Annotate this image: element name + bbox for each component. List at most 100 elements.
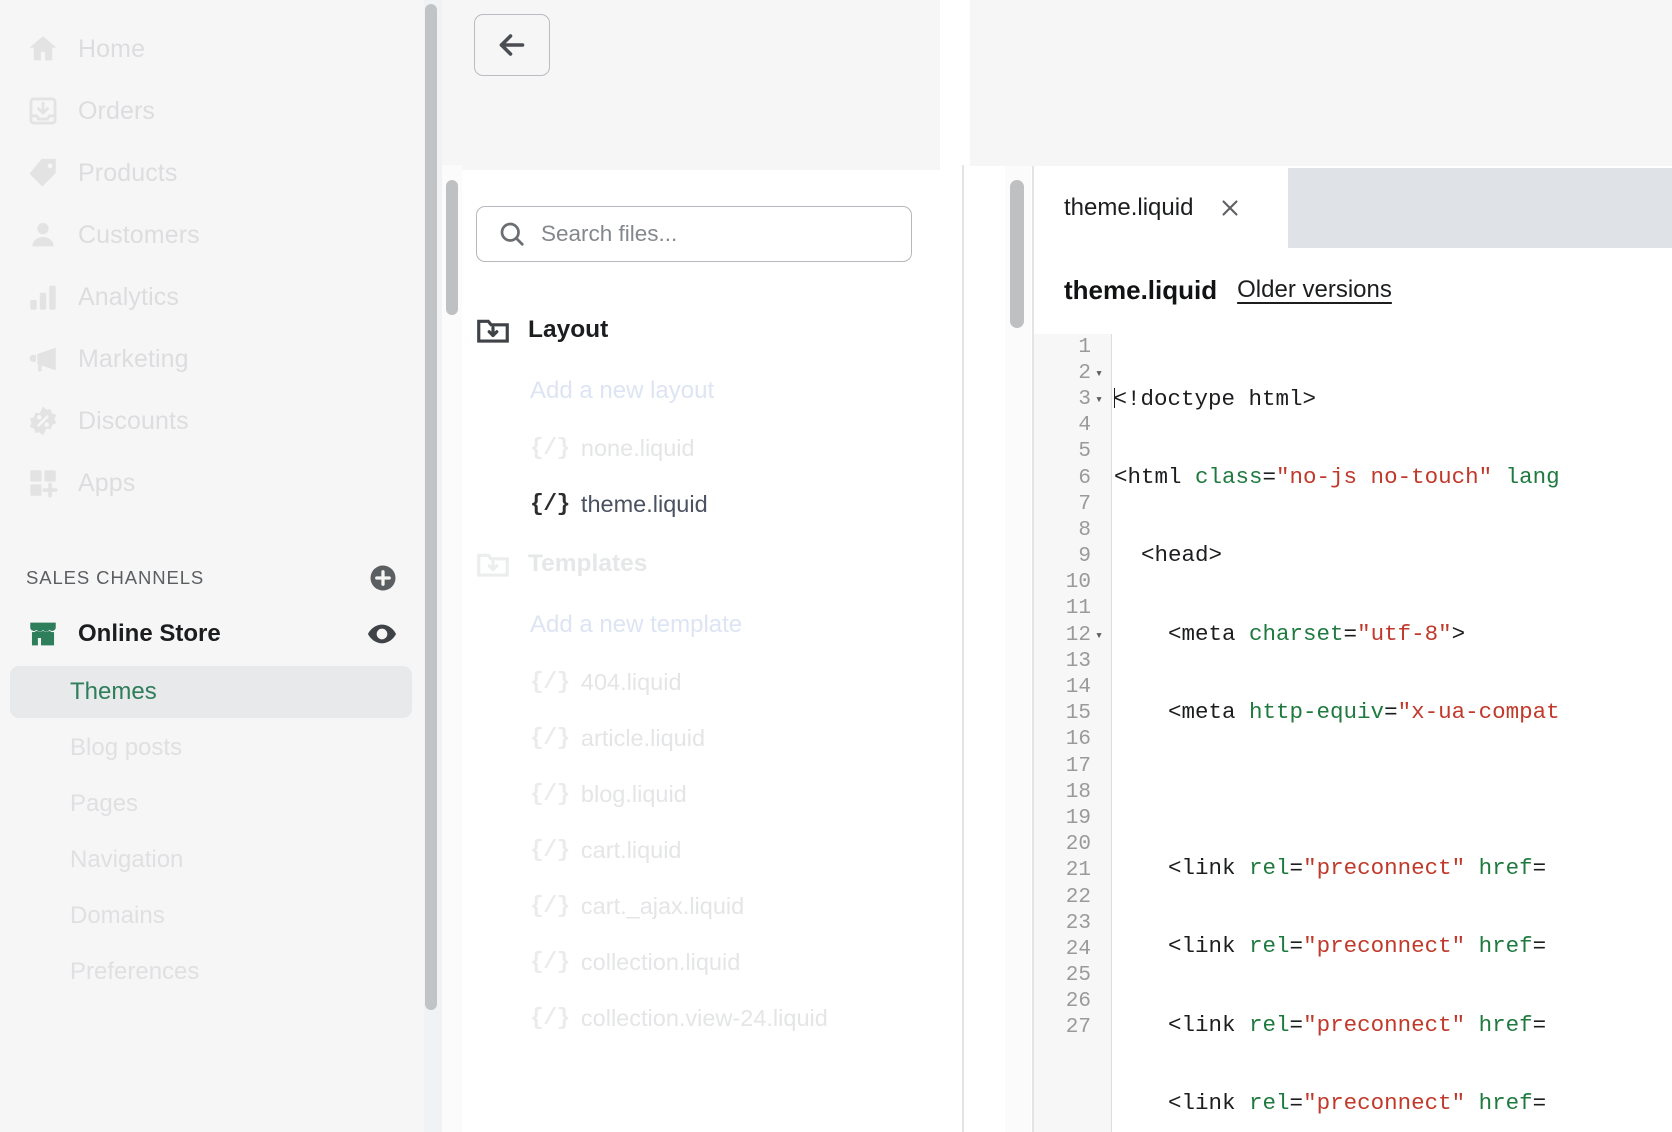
- sidebar-item-products[interactable]: Products: [0, 142, 424, 204]
- add-new-template-link[interactable]: Add a new template: [442, 596, 940, 654]
- bar-chart-icon: [26, 280, 60, 314]
- line-number: 25▾: [1065, 964, 1091, 988]
- file-row[interactable]: {/} blog.liquid: [442, 766, 940, 822]
- sidebar-item-analytics[interactable]: Analytics: [0, 266, 424, 328]
- person-icon: [26, 218, 60, 252]
- line-number: 21▾: [1065, 859, 1091, 883]
- tab-theme-liquid[interactable]: theme.liquid: [1034, 168, 1270, 248]
- file-row[interactable]: {/} 404.liquid: [442, 654, 940, 710]
- orders-inbox-icon: [26, 94, 60, 128]
- line-number: 3 ▾: [1078, 387, 1103, 411]
- older-versions-link[interactable]: Older versions: [1237, 276, 1392, 304]
- file-name: collection.liquid: [580, 948, 741, 975]
- line-number: 20▾: [1065, 833, 1091, 857]
- file-name: collection.view-24.liquid: [580, 1004, 828, 1031]
- code-line: <link rel="preconnect" href=: [1114, 933, 1547, 960]
- sidebar-item-marketing[interactable]: Marketing: [0, 328, 424, 390]
- tag-icon: [26, 156, 60, 190]
- liquid-file-icon: {/}: [530, 491, 570, 517]
- sidebar-item-label: Discounts: [78, 406, 189, 435]
- sidebar-item-label: Home: [78, 34, 146, 63]
- sidebar-item-themes[interactable]: Themes: [10, 666, 412, 718]
- code-line: <link rel="preconnect" href=: [1114, 1089, 1547, 1116]
- line-number: 26▾: [1065, 990, 1091, 1014]
- line-number: 10▾: [1065, 571, 1091, 595]
- line-number: 23▾: [1065, 911, 1091, 935]
- line-number: 12 ▾: [1065, 623, 1103, 647]
- file-name: theme.liquid: [580, 490, 708, 517]
- sidebar-item-home[interactable]: Home: [0, 18, 424, 80]
- search-input[interactable]: [541, 207, 911, 261]
- discount-badge-icon: [26, 404, 60, 438]
- file-row[interactable]: {/} none.liquid: [442, 420, 940, 476]
- liquid-file-icon: {/}: [530, 949, 570, 975]
- line-number: 24▾: [1065, 937, 1091, 961]
- sidebar-item-label: Products: [78, 158, 178, 187]
- file-row[interactable]: {/} cart.liquid: [442, 822, 940, 878]
- file-row[interactable]: {/} collection.liquid: [442, 934, 940, 990]
- code-line: <meta http-equiv="x-ua-compat: [1114, 698, 1560, 725]
- sidebar-item-preferences[interactable]: Preferences: [10, 946, 412, 998]
- line-number: 17▾: [1065, 754, 1091, 778]
- folder-row-layout[interactable]: Layout: [442, 298, 940, 362]
- plus-circle-icon[interactable]: [368, 563, 398, 593]
- sidebar-item-apps[interactable]: Apps: [0, 452, 424, 514]
- code-line: <html class="no-js no-touch" lang: [1114, 464, 1560, 491]
- sidebar-item-domains[interactable]: Domains: [10, 890, 412, 942]
- line-number: 15▾: [1065, 702, 1091, 726]
- file-browser-panel: Layout Add a new layout {/} none.liquid …: [442, 0, 940, 1132]
- line-number: 8▾: [1078, 518, 1091, 542]
- tab-label: theme.liquid: [1064, 194, 1194, 221]
- sidebar-subitem-label: Blog posts: [70, 734, 183, 761]
- file-row[interactable]: {/} cart._ajax.liquid: [442, 878, 940, 934]
- search-files-box[interactable]: [476, 206, 912, 262]
- line-number: 9▾: [1078, 545, 1091, 569]
- folder-row-templates[interactable]: Templates: [442, 532, 940, 596]
- code-lines[interactable]: <!doctype html> <html class="no-js no-to…: [1114, 334, 1672, 1132]
- sidebar-item-blog-posts[interactable]: Blog posts: [10, 722, 412, 774]
- file-name: blog.liquid: [580, 780, 687, 807]
- primary-nav: Home Orders Products Customers Analytics…: [0, 0, 424, 514]
- sidebar-item-label: Customers: [78, 220, 200, 249]
- sidebar-subitem-label: Themes: [70, 678, 157, 705]
- add-new-layout-link[interactable]: Add a new layout: [442, 362, 940, 420]
- sidebar-scrollbar-thumb[interactable]: [425, 4, 437, 1010]
- sidebar-item-navigation[interactable]: Navigation: [10, 834, 412, 886]
- file-row[interactable]: {/} collection.view-24.liquid: [442, 990, 940, 1046]
- sidebar-item-pages[interactable]: Pages: [10, 778, 412, 830]
- sidebar-item-orders[interactable]: Orders: [0, 80, 424, 142]
- file-name: article.liquid: [580, 724, 706, 751]
- liquid-file-icon: {/}: [530, 893, 570, 919]
- line-number: 5▾: [1078, 440, 1091, 464]
- eye-icon[interactable]: [366, 618, 398, 650]
- editor-scrollbar-thumb[interactable]: [1010, 180, 1024, 328]
- editor-title-bar: theme.liquid Older versions: [1034, 248, 1672, 332]
- liquid-file-icon: {/}: [530, 1005, 570, 1031]
- sidebar-subitem-label: Domains: [70, 902, 165, 929]
- sidebar-item-discounts[interactable]: Discounts: [0, 390, 424, 452]
- line-number: 22▾: [1065, 885, 1091, 909]
- file-row[interactable]: {/} theme.liquid: [442, 476, 940, 532]
- code-editor-panel: theme.liquid theme.liquid Older versions…: [970, 0, 1672, 1132]
- sidebar-item-online-store[interactable]: Online Store: [0, 606, 424, 662]
- close-icon[interactable]: [1217, 195, 1243, 221]
- folder-download-icon: [474, 311, 512, 349]
- back-button[interactable]: [474, 14, 550, 76]
- file-panel-scrollbar-thumb[interactable]: [446, 180, 458, 315]
- line-number: 13▾: [1065, 649, 1091, 673]
- file-row[interactable]: {/} article.liquid: [442, 710, 940, 766]
- liquid-file-icon: {/}: [530, 669, 570, 695]
- sidebar-item-customers[interactable]: Customers: [0, 204, 424, 266]
- sidebar-subitem-label: Preferences: [70, 958, 200, 985]
- panel-divider: [962, 165, 964, 1132]
- editor-tab-bar: theme.liquid: [1034, 168, 1672, 248]
- file-name: none.liquid: [580, 434, 695, 461]
- file-name: cart._ajax.liquid: [580, 892, 745, 919]
- liquid-file-icon: {/}: [530, 781, 570, 807]
- code-area[interactable]: 1▾ 2▾ 3▾ 4▾ 5▾ 6▾ 7▾ 8▾ 9▾ 10▾ 11▾ 12▾ 1…: [1034, 334, 1672, 1132]
- line-number: 7▾: [1078, 492, 1091, 516]
- file-name: 404.liquid: [580, 668, 682, 695]
- page-title: theme.liquid: [1064, 274, 1218, 305]
- sidebar-item-label: Analytics: [78, 282, 179, 311]
